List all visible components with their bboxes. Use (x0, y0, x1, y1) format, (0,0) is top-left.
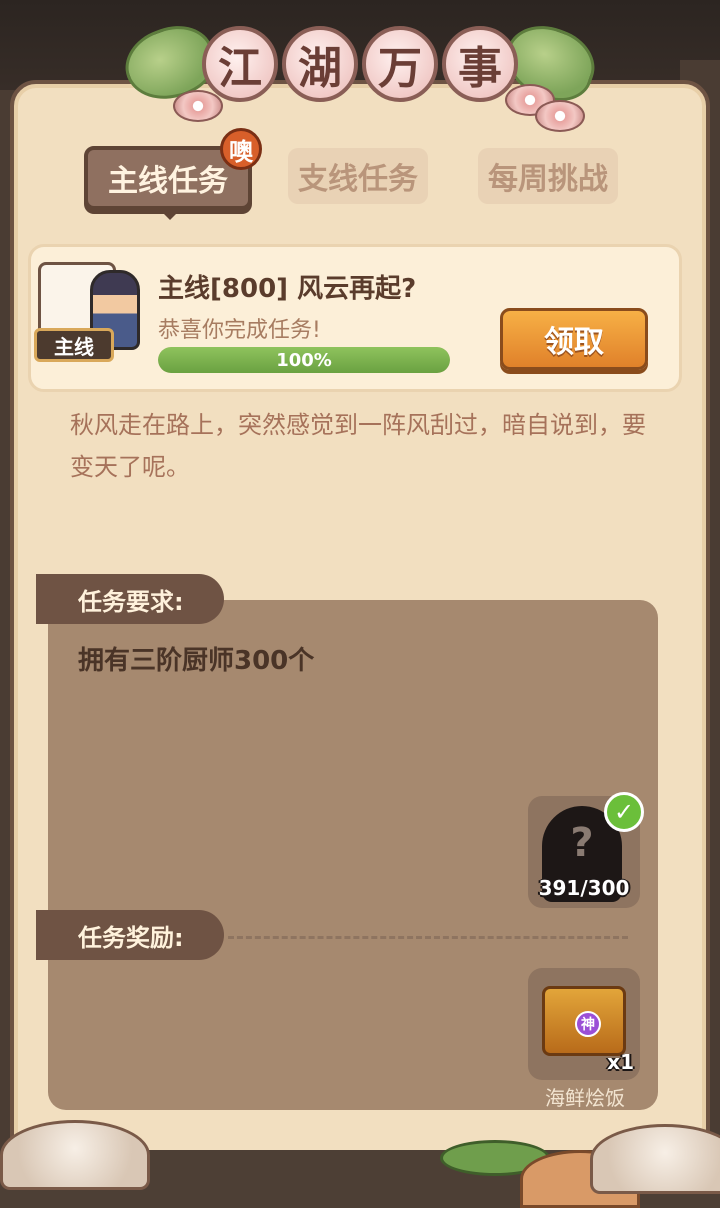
chest-seal: 神 (575, 1011, 601, 1037)
check-icon: ✓ (604, 792, 644, 832)
tab-weekly-challenge[interactable]: 每周挑战 (478, 148, 618, 204)
progress-label: 100% (276, 349, 332, 371)
title-char: 湖 (282, 26, 358, 102)
title-char: 万 (362, 26, 438, 102)
tab-badge: 噢 (220, 128, 262, 170)
divider (228, 936, 628, 939)
task-type-tag: 主线 (34, 328, 114, 362)
reward-name: 海鲜烩饭 (545, 1086, 625, 1110)
task-story: 秋风走在路上，突然感觉到一阵风刮过，暗自说到，要变天了呢。 (70, 411, 646, 481)
rice-bowl-icon (0, 1120, 150, 1190)
task-title: 主线[800] 风云再起? (158, 274, 417, 304)
requirement-text: 拥有三阶厨师300个 (78, 646, 315, 676)
title-char: 江 (202, 26, 278, 102)
rice-bowl-icon (590, 1124, 720, 1194)
ham-slice-icon (535, 100, 585, 132)
title-banner: 江 湖 万 事 (115, 14, 605, 132)
task-progress-bar: 100% (158, 347, 450, 373)
requirement-count: 391/300 (538, 876, 630, 900)
task-avatar: 主线 (32, 262, 142, 366)
treasure-chest-icon: 神 (542, 986, 626, 1056)
page-title: 江 湖 万 事 (200, 26, 520, 116)
title-char: 事 (442, 26, 518, 102)
tab-side-quest[interactable]: 支线任务 (288, 148, 428, 204)
requirement-label: 任务要求: (36, 574, 224, 624)
requirement-slot[interactable]: ? 391/300 ✓ (528, 792, 644, 908)
reward-slot[interactable]: 神 x1 (528, 968, 640, 1080)
tab-pointer (158, 208, 182, 220)
claim-button[interactable]: 领取 (500, 308, 648, 370)
task-status: 恭喜你完成任务! (158, 318, 321, 343)
reward-quantity: x1 (607, 1050, 634, 1074)
reward-label: 任务奖励: (36, 910, 224, 960)
